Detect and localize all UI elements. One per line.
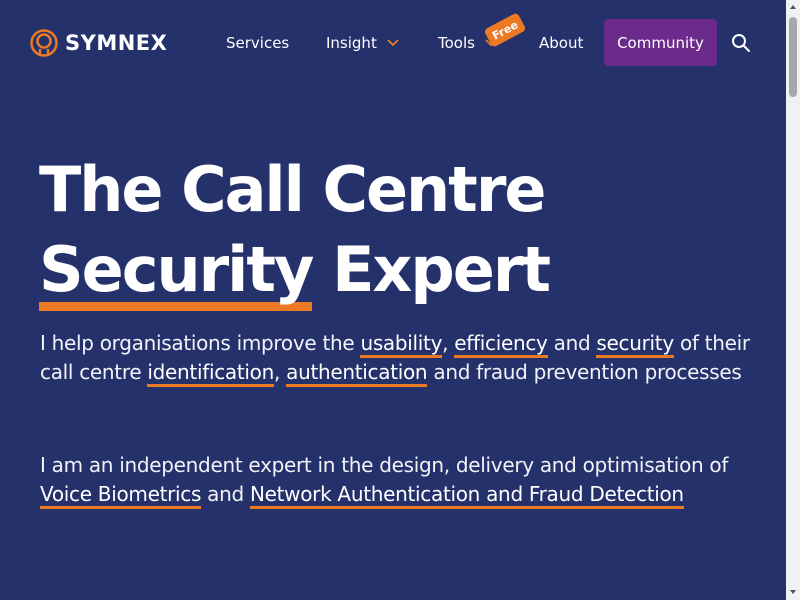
- nav-insight-label: Insight: [326, 33, 377, 52]
- nav-about[interactable]: About: [539, 19, 583, 66]
- link-security[interactable]: security: [596, 331, 674, 358]
- hero-title-line-2: Security Expert: [39, 230, 759, 311]
- link-voice-biometrics[interactable]: Voice Biometrics: [40, 482, 201, 509]
- intro-paragraph-1: I help organisations improve the usabili…: [40, 329, 750, 387]
- text-span: and: [547, 331, 597, 355]
- hero-title-rest: Expert: [312, 233, 551, 306]
- vertical-scrollbar[interactable]: [786, 0, 800, 600]
- nav-services[interactable]: Services: [226, 19, 289, 66]
- text-span: I help organisations improve the: [40, 331, 361, 355]
- text-span: I am an independent expert in the design…: [40, 453, 729, 477]
- nav-tools-label: Tools: [438, 33, 475, 52]
- intro-paragraph-2: I am an independent expert in the design…: [40, 451, 750, 509]
- nav-about-label: About: [539, 33, 584, 52]
- link-network-authentication[interactable]: Network Authentication and Fraud Detecti…: [249, 482, 684, 509]
- nav-insight[interactable]: Insight: [326, 19, 399, 66]
- site-header: SYMNEX Services Insight Tools About Comm…: [0, 0, 786, 86]
- hero-title: The Call Centre Security Expert: [39, 150, 759, 311]
- page: SYMNEX Services Insight Tools About Comm…: [0, 0, 786, 600]
- free-badge: Free: [483, 12, 527, 48]
- scroll-down-arrow-icon[interactable]: [789, 588, 797, 596]
- nav-services-label: Services: [226, 33, 290, 52]
- nav-tools[interactable]: Tools: [438, 19, 497, 66]
- search-icon[interactable]: [730, 32, 752, 54]
- brand-name: SYMNEX: [65, 31, 168, 55]
- nav-community-label: Community: [617, 33, 704, 52]
- logo[interactable]: SYMNEX: [29, 28, 167, 58]
- link-usability[interactable]: usability: [360, 331, 442, 358]
- text-span: and fraud prevention processes: [427, 360, 742, 384]
- hero-title-highlight: Security: [39, 238, 314, 311]
- scroll-up-arrow-icon[interactable]: [789, 3, 797, 11]
- chevron-down-icon: [387, 38, 399, 46]
- link-authentication[interactable]: authentication: [286, 360, 428, 387]
- logo-icon: [30, 29, 58, 57]
- text-span: ,: [273, 360, 287, 384]
- hero-title-line-1: The Call Centre: [39, 153, 546, 226]
- link-efficiency[interactable]: efficiency: [454, 331, 548, 358]
- link-identification[interactable]: identification: [147, 360, 274, 387]
- scrollbar-thumb[interactable]: [789, 17, 797, 97]
- text-span: and: [201, 482, 250, 506]
- nav-community-button[interactable]: Community: [604, 19, 717, 66]
- text-span: ,: [442, 331, 455, 355]
